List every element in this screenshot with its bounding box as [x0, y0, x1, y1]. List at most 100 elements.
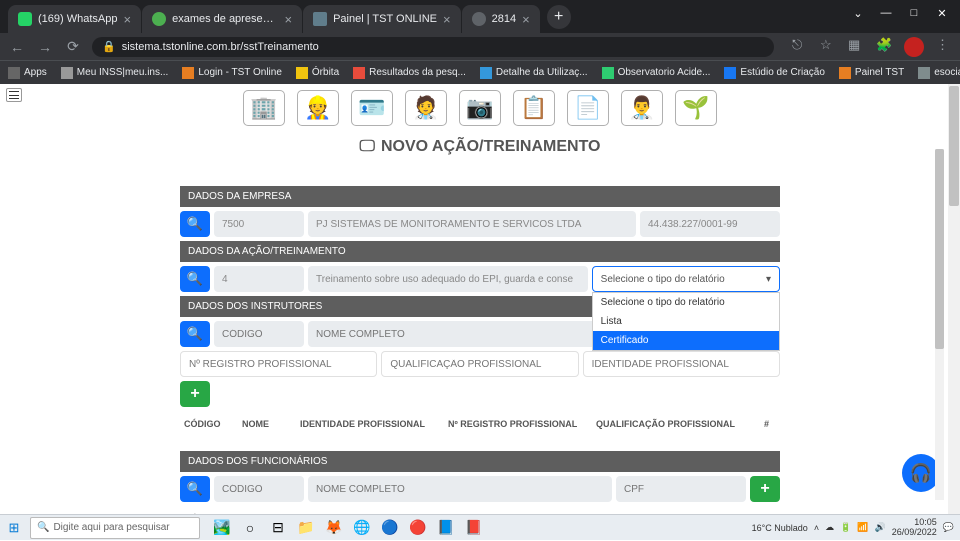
- bookmark-item[interactable]: Detalhe da Utilizaç...: [480, 67, 588, 79]
- app-icon[interactable]: 🔴: [408, 518, 428, 538]
- section-funcionarios: DADOS DOS FUNCIONÁRIOS: [180, 451, 780, 472]
- module-building-icon[interactable]: 🏢: [243, 90, 285, 126]
- empresa-cnpj-field[interactable]: [640, 211, 780, 237]
- module-medic-icon[interactable]: 👨‍⚕️: [621, 90, 663, 126]
- taskview-icon[interactable]: ⊟: [268, 518, 288, 538]
- add-instrutor-button[interactable]: +: [180, 381, 210, 407]
- funcionario-cpf-field[interactable]: [616, 476, 746, 502]
- close-icon[interactable]: ×: [123, 12, 131, 27]
- bookmark-icon: [353, 67, 365, 79]
- taskbar-search[interactable]: 🔍 Digite aqui para pesquisar: [30, 517, 200, 539]
- pdf-icon[interactable]: 📕: [464, 518, 484, 538]
- explorer-icon[interactable]: 📁: [296, 518, 316, 538]
- clock[interactable]: 10:05 26/09/2022: [892, 518, 937, 538]
- forward-icon[interactable]: →: [36, 39, 54, 55]
- notifications-icon[interactable]: 💬: [943, 522, 954, 533]
- search-treinamento-button[interactable]: 🔍: [180, 266, 210, 292]
- chrome-icon[interactable]: 🌐: [352, 518, 372, 538]
- instrutor-identidade-field[interactable]: [583, 351, 780, 377]
- minimize-icon[interactable]: ―: [872, 4, 900, 22]
- search-funcionario-button[interactable]: 🔍: [180, 476, 210, 502]
- module-nav: 🏢 👷 🪪 🧑‍⚕️ 📷 📋 📄 👨‍⚕️ 🌱: [0, 84, 960, 126]
- scrollbar-thumb[interactable]: [949, 86, 959, 206]
- start-button[interactable]: ⊞: [0, 515, 28, 541]
- module-doctor-icon[interactable]: 🧑‍⚕️: [405, 90, 447, 126]
- bookmark-item[interactable]: Resultados da pesq...: [353, 67, 466, 79]
- instrutor-qualificacao-field[interactable]: [381, 351, 578, 377]
- close-icon[interactable]: ✕: [928, 4, 956, 22]
- avatar[interactable]: [904, 37, 924, 57]
- bookmark-item[interactable]: Login - TST Online: [182, 67, 282, 79]
- scrollbar-thumb[interactable]: [935, 149, 944, 349]
- search-empresa-button[interactable]: 🔍: [180, 211, 210, 237]
- bookmark-icon: [918, 67, 930, 79]
- maximize-icon[interactable]: □: [900, 4, 928, 22]
- close-icon[interactable]: ×: [522, 12, 530, 27]
- empresa-nome-field[interactable]: [308, 211, 636, 237]
- bookmark-item[interactable]: esocial Rural: [918, 67, 960, 79]
- bookmark-item[interactable]: Estúdio de Criação: [724, 67, 825, 79]
- module-camera-icon[interactable]: 📷: [459, 90, 501, 126]
- lock-icon: 🔒: [102, 40, 116, 53]
- address-bar: ← → ⟳ 🔒 sistema.tstonline.com.br/sstTrei…: [0, 33, 960, 60]
- bookmark-item[interactable]: Painel TST: [839, 67, 904, 79]
- task-illustration-icon[interactable]: 🏞️: [212, 518, 232, 538]
- word-icon[interactable]: 📘: [436, 518, 456, 538]
- relatorio-select[interactable]: Selecione o tipo do relatório ▾: [592, 266, 780, 292]
- instrutor-registro-field[interactable]: [180, 351, 377, 377]
- back-icon[interactable]: ←: [8, 39, 26, 55]
- extension-icon[interactable]: 🧩: [876, 37, 892, 53]
- module-plant-icon[interactable]: 🌱: [675, 90, 717, 126]
- play-icon: [152, 12, 166, 26]
- reload-icon[interactable]: ⟳: [64, 38, 82, 55]
- funcionario-codigo-field[interactable]: [214, 476, 304, 502]
- chevron-down-icon: ▾: [766, 274, 771, 285]
- dropdown-option[interactable]: Lista: [593, 312, 779, 331]
- treinamento-desc-field[interactable]: [308, 266, 588, 292]
- empresa-codigo-field[interactable]: [214, 211, 304, 237]
- dropdown-option[interactable]: Certificado: [593, 331, 779, 350]
- instrutor-codigo-field[interactable]: [214, 321, 304, 347]
- cast-icon[interactable]: ⎋: [792, 37, 808, 53]
- chevron-down-icon[interactable]: ⌄: [844, 4, 872, 22]
- firefox-icon[interactable]: 🦊: [324, 518, 344, 538]
- browser-tab[interactable]: (169) WhatsApp ×: [8, 5, 141, 33]
- section-treinamento: DADOS DA AÇÃO/TREINAMENTO: [180, 241, 780, 262]
- module-badge-icon[interactable]: 🪪: [351, 90, 393, 126]
- content-scrollbar[interactable]: [935, 149, 944, 500]
- browser-tab[interactable]: Painel | TST ONLINE ×: [303, 5, 461, 33]
- battery-icon[interactable]: 🔋: [840, 522, 851, 533]
- add-funcionario-button[interactable]: +: [750, 476, 780, 502]
- page-scrollbar[interactable]: [948, 84, 960, 540]
- cloud-icon[interactable]: ☁: [825, 522, 834, 533]
- browser-tab[interactable]: 2814 ×: [462, 5, 540, 33]
- volume-icon[interactable]: 🔊: [875, 522, 886, 533]
- url-input[interactable]: 🔒 sistema.tstonline.com.br/sstTreinament…: [92, 37, 774, 57]
- new-tab-button[interactable]: +: [547, 5, 571, 29]
- treinamento-codigo-field[interactable]: [214, 266, 304, 292]
- edge-icon[interactable]: 🔵: [380, 518, 400, 538]
- grid-icon[interactable]: ▦: [848, 37, 864, 53]
- module-clipboard-icon[interactable]: 📋: [513, 90, 555, 126]
- star-icon[interactable]: ☆: [820, 37, 836, 53]
- funcionario-nome-field[interactable]: [308, 476, 612, 502]
- apps-button[interactable]: Apps: [8, 67, 47, 79]
- tray-chevron-icon[interactable]: ˄: [814, 523, 819, 533]
- shield-icon: [313, 12, 327, 26]
- bookmark-item[interactable]: Observatorio Acide...: [602, 67, 711, 79]
- browser-tab[interactable]: exames de apresentação ×: [142, 5, 302, 33]
- dropdown-option[interactable]: Selecione o tipo do relatório: [593, 293, 779, 312]
- search-instrutor-button[interactable]: 🔍: [180, 321, 210, 347]
- weather-widget[interactable]: 16°C Nublado: [752, 523, 808, 533]
- bookmark-item[interactable]: Órbita: [296, 67, 339, 79]
- close-icon[interactable]: ×: [284, 12, 292, 27]
- module-note-icon[interactable]: 📄: [567, 90, 609, 126]
- menu-toggle[interactable]: [6, 88, 22, 102]
- cortana-icon[interactable]: ○: [240, 518, 260, 538]
- wifi-icon[interactable]: 📶: [857, 522, 868, 533]
- menu-icon[interactable]: ⋮: [936, 37, 952, 53]
- bookmark-item[interactable]: Meu INSS|meu.ins...: [61, 67, 169, 79]
- close-icon[interactable]: ×: [443, 12, 451, 27]
- module-helmet-icon[interactable]: 👷: [297, 90, 339, 126]
- page-title: 🖵 NOVO AÇÃO/TREINAMENTO: [0, 138, 960, 156]
